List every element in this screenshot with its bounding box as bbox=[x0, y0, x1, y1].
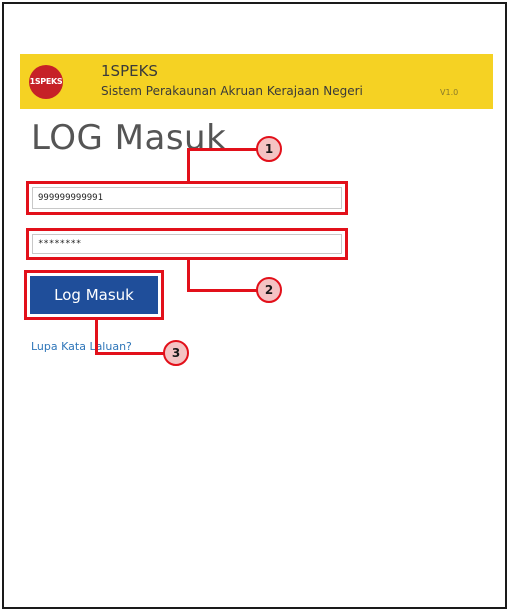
callout-line-1-horizontal bbox=[187, 148, 257, 151]
login-button-highlight: Log Masuk bbox=[24, 270, 164, 320]
version-label: V1.0 bbox=[440, 88, 459, 97]
password-highlight bbox=[26, 228, 348, 260]
username-input[interactable] bbox=[32, 187, 342, 209]
callout-badge-1: 1 bbox=[256, 136, 282, 162]
password-input[interactable] bbox=[32, 234, 342, 254]
app-logo: 1SPEKS bbox=[29, 65, 63, 99]
username-highlight bbox=[26, 181, 348, 215]
callout-badge-2: 2 bbox=[256, 277, 282, 303]
callout-badge-3: 3 bbox=[163, 340, 189, 366]
callout-line-2-horizontal bbox=[187, 289, 257, 292]
app-description: Sistem Perakaunan Akruan Kerajaan Negeri bbox=[101, 84, 363, 98]
page-title: LOG Masuk bbox=[31, 118, 227, 158]
callout-line-3-vertical bbox=[95, 318, 98, 355]
screenshot-frame: 1SPEKS 1SPEKS Sistem Perakaunan Akruan K… bbox=[2, 2, 507, 609]
app-header: 1SPEKS 1SPEKS Sistem Perakaunan Akruan K… bbox=[20, 54, 493, 109]
app-name: 1SPEKS bbox=[101, 62, 158, 80]
callout-line-1-vertical bbox=[187, 148, 190, 183]
callout-line-3-horizontal bbox=[95, 352, 165, 355]
callout-line-2-vertical bbox=[187, 258, 190, 291]
login-button[interactable]: Log Masuk bbox=[30, 276, 158, 314]
